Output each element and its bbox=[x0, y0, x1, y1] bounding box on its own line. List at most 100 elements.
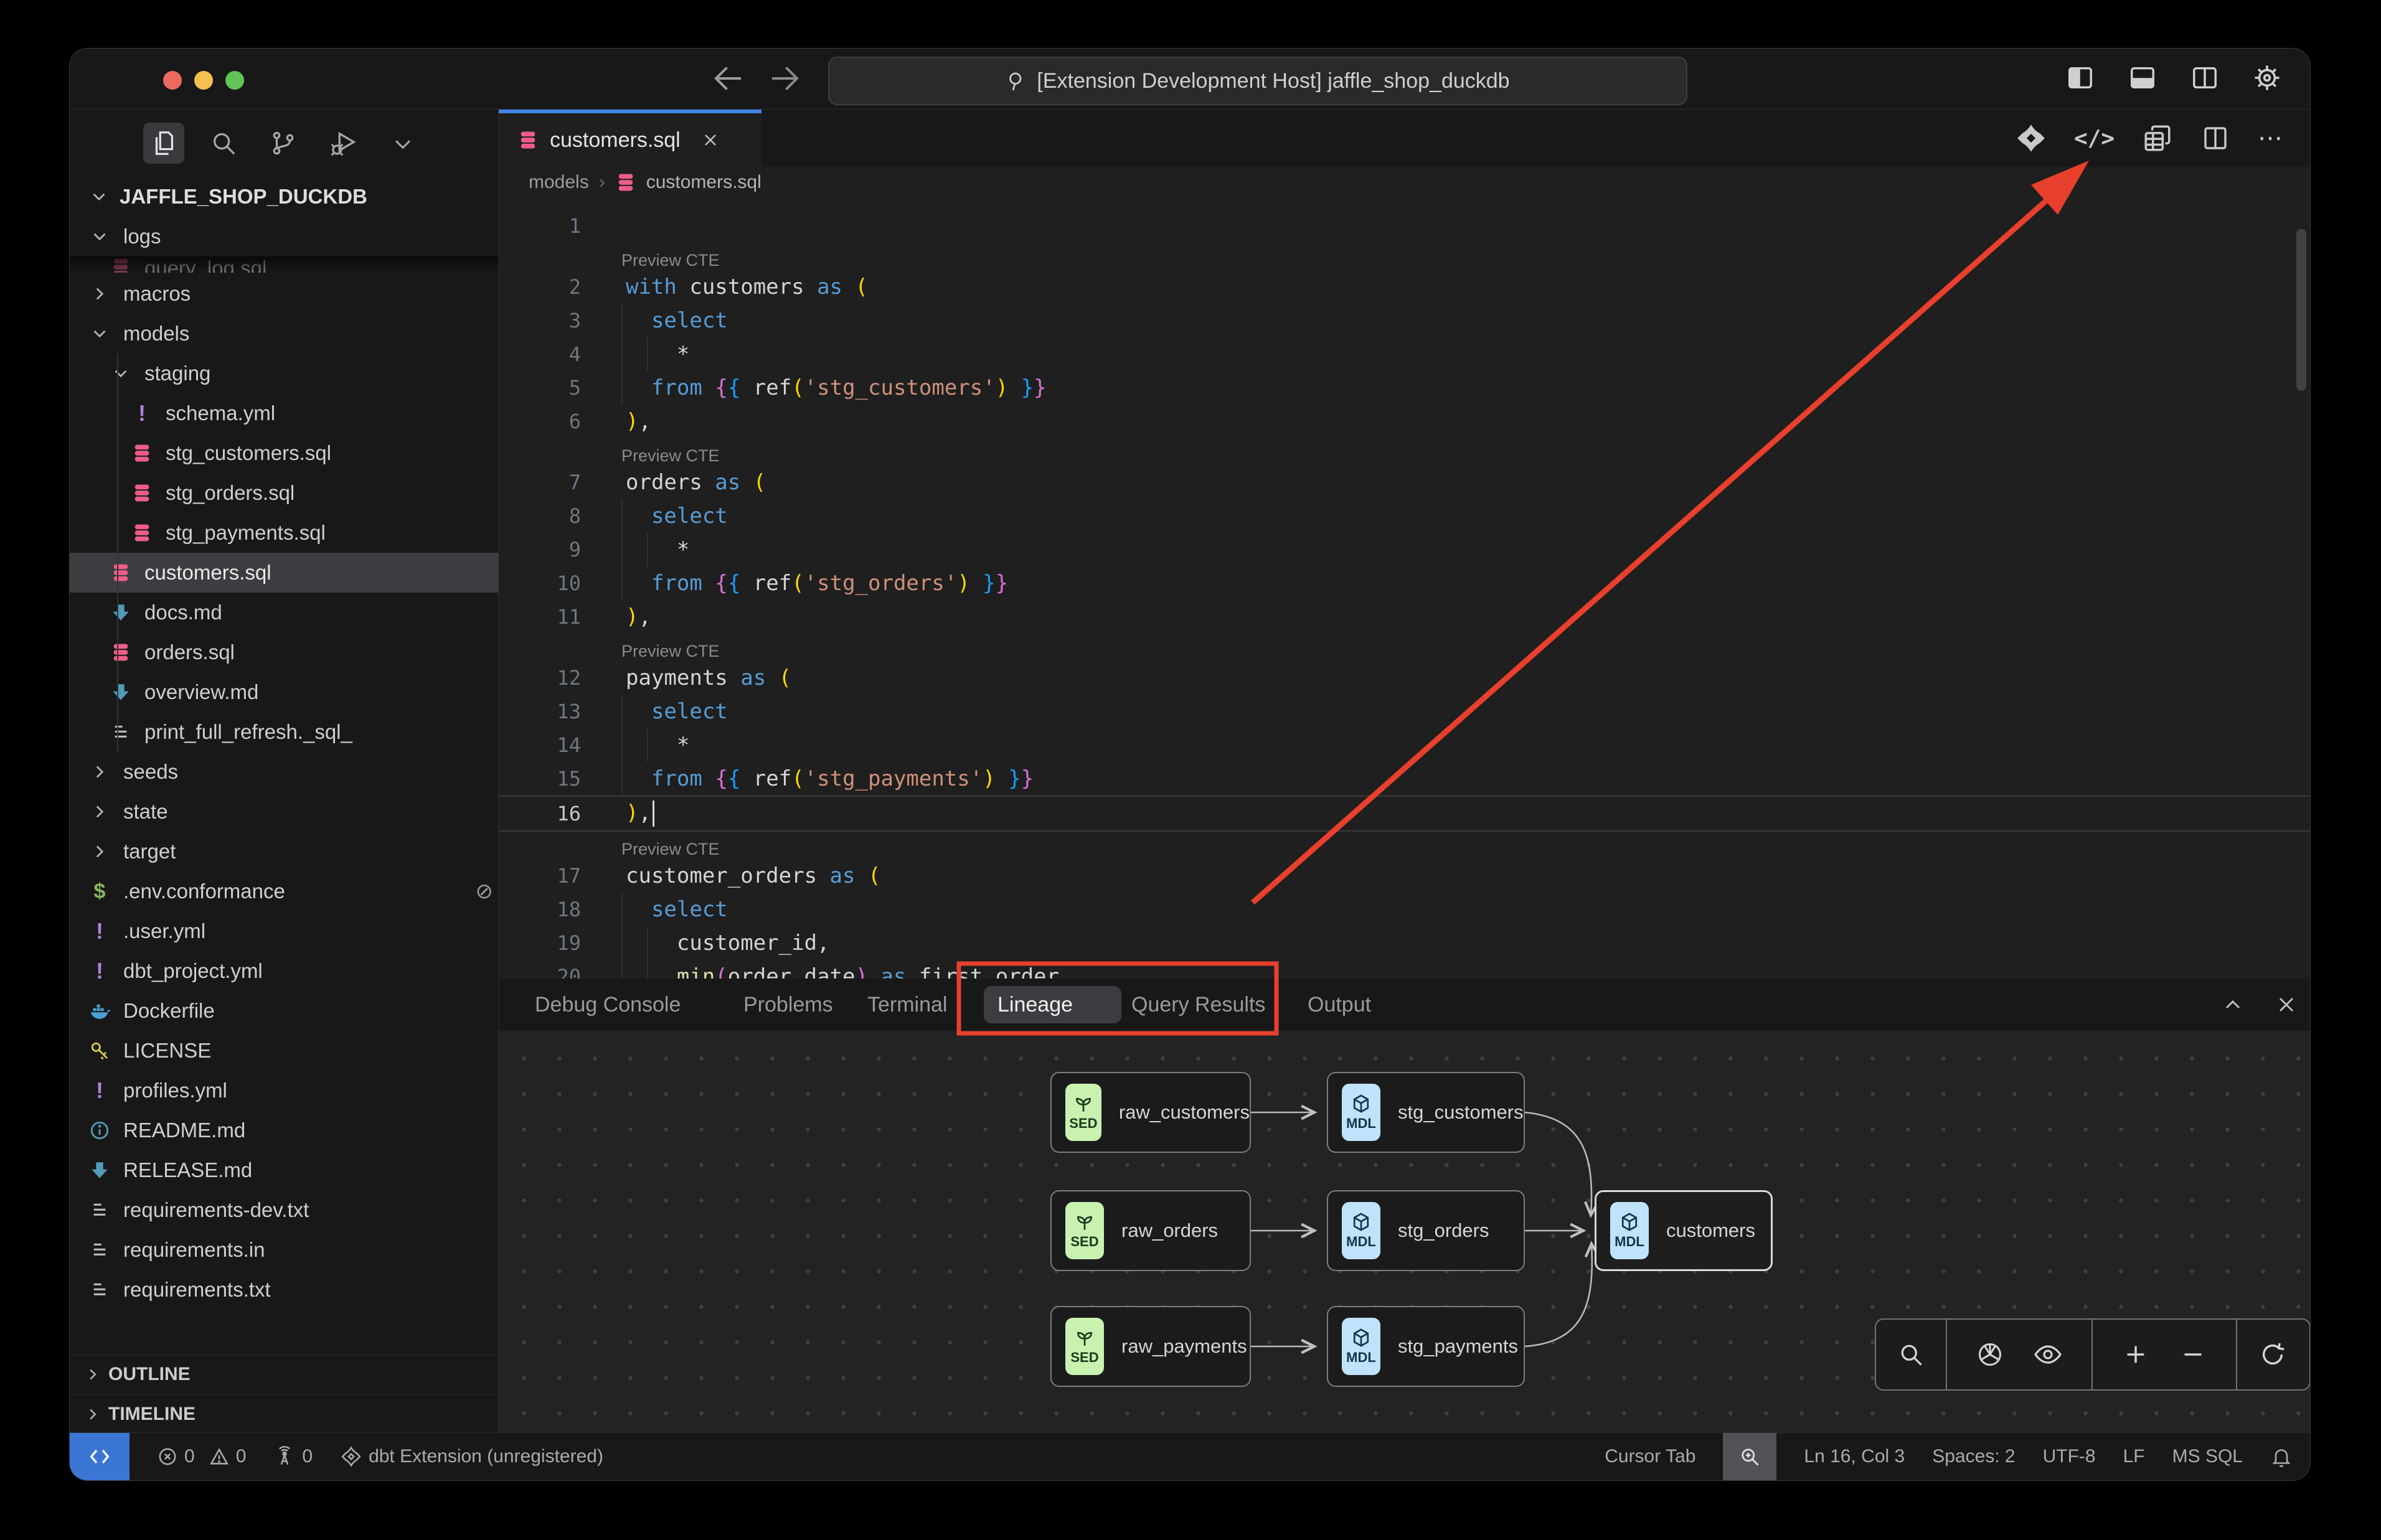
language-mode-status[interactable]: MS SQL bbox=[2172, 1433, 2243, 1480]
editor-scrollbar[interactable] bbox=[2296, 229, 2306, 391]
project-root-row[interactable]: JAFFLE_SHOP_DUCKDB bbox=[70, 177, 517, 217]
tree-file-customers.sql[interactable]: customers.sql bbox=[70, 553, 535, 593]
lineage-zoom-out-icon[interactable] bbox=[2179, 1340, 2207, 1369]
lineage-search-icon[interactable] bbox=[1897, 1341, 1925, 1368]
panel-tab-query-results[interactable]: Query Results bbox=[1131, 979, 1265, 1031]
code-line-5[interactable]: 5 from {{ ref('stg_customers') }} bbox=[499, 371, 2310, 405]
tree-folder-macros[interactable]: macros bbox=[70, 274, 514, 314]
code-line-9[interactable]: 9 * bbox=[499, 533, 2310, 566]
remote-indicator[interactable] bbox=[70, 1433, 130, 1480]
tree-file-dbt_project.yml[interactable]: !dbt_project.yml bbox=[70, 951, 514, 991]
lineage-canvas[interactable]: SED raw_customers MDL stg_customers SED … bbox=[499, 1031, 2310, 1433]
lineage-eye-icon[interactable] bbox=[2033, 1340, 2063, 1369]
tree-folder-state[interactable]: state bbox=[70, 792, 514, 832]
codelens-preview-cte[interactable]: Preview CTE bbox=[499, 243, 2310, 270]
tree-file-print_full_refresh._sql_[interactable]: print_full_refresh._sql_ bbox=[70, 712, 535, 752]
run-debug-icon[interactable] bbox=[323, 123, 364, 164]
command-center-search[interactable]: [Extension Development Host] jaffle_shop… bbox=[828, 57, 1687, 105]
panel-tab-debug-console[interactable]: Debug Console bbox=[535, 979, 681, 1031]
code-line-20[interactable]: 20 min(order_date) as first_order, bbox=[499, 960, 2310, 979]
tree-file-RELEASE.md[interactable]: RELEASE.md bbox=[70, 1150, 514, 1190]
tree-file-stg_orders.sql[interactable]: stg_orders.sql bbox=[70, 473, 557, 513]
code-line-4[interactable]: 4 * bbox=[499, 337, 2310, 371]
code-line-13[interactable]: 13 select bbox=[499, 695, 2310, 728]
lineage-node-raw_customers[interactable]: SED raw_customers bbox=[1050, 1072, 1251, 1153]
split-layout-icon[interactable] bbox=[2184, 57, 2225, 98]
lineage-node-stg_payments[interactable]: MDL stg_payments bbox=[1327, 1306, 1525, 1387]
zoom-window-button[interactable] bbox=[225, 71, 244, 90]
code-line-2[interactable]: 2with customers as ( bbox=[499, 270, 2310, 304]
more-views-chevron-icon[interactable] bbox=[382, 123, 423, 164]
explorer-icon[interactable] bbox=[143, 123, 184, 164]
query-results-table-icon[interactable] bbox=[2142, 123, 2173, 154]
dbt-icon[interactable] bbox=[2016, 123, 2047, 154]
minimize-window-button[interactable] bbox=[194, 71, 213, 90]
panel-tab-output[interactable]: Output bbox=[1308, 979, 1371, 1031]
tree-file-stg_payments.sql[interactable]: stg_payments.sql bbox=[70, 513, 557, 553]
code-line-1[interactable]: 1 bbox=[499, 209, 2310, 243]
close-tab-icon[interactable] bbox=[700, 130, 720, 150]
code-line-7[interactable]: 7orders as ( bbox=[499, 466, 2310, 499]
navigate-back-icon[interactable] bbox=[710, 60, 747, 97]
tree-file-requirements.txt[interactable]: requirements.txt bbox=[70, 1270, 514, 1310]
cursor-position-status[interactable]: Ln 16, Col 3 bbox=[1804, 1433, 1905, 1480]
code-line-18[interactable]: 18 select bbox=[499, 893, 2310, 926]
navigate-forward-icon[interactable] bbox=[766, 60, 803, 97]
panel-tab-problems[interactable]: Problems bbox=[743, 979, 833, 1031]
lineage-aperture-icon[interactable] bbox=[1976, 1340, 2004, 1369]
tree-file-.user.yml[interactable]: !.user.yml bbox=[70, 911, 514, 951]
eol-status[interactable]: LF bbox=[2123, 1433, 2145, 1480]
tree-folder-logs[interactable]: logs bbox=[70, 217, 514, 256]
tree-folder-staging[interactable]: staging bbox=[70, 354, 535, 393]
codelens-preview-cte[interactable]: Preview CTE bbox=[499, 438, 2310, 466]
notifications-bell-icon[interactable] bbox=[2270, 1445, 2293, 1468]
tree-file-requirements.in[interactable]: requirements.in bbox=[70, 1230, 514, 1270]
code-line-12[interactable]: 12payments as ( bbox=[499, 661, 2310, 695]
dbt-extension-status[interactable]: dbt Extension (unregistered) bbox=[340, 1433, 603, 1480]
lineage-refresh-icon[interactable] bbox=[2258, 1340, 2287, 1369]
cursor-tab-status[interactable]: Cursor Tab bbox=[1605, 1433, 1695, 1480]
tab-customers-sql[interactable]: customers.sql bbox=[499, 110, 761, 167]
maximize-panel-chevron-icon[interactable] bbox=[2220, 992, 2245, 1017]
breadcrumb-file[interactable]: customers.sql bbox=[646, 172, 761, 193]
lineage-node-stg_customers[interactable]: MDL stg_customers bbox=[1327, 1072, 1525, 1153]
toggle-sidebar-icon[interactable] bbox=[2060, 57, 2101, 98]
settings-gear-icon[interactable] bbox=[2247, 57, 2288, 98]
breadcrumb[interactable]: models › customers.sql bbox=[499, 167, 2310, 198]
code-line-6[interactable]: 6), bbox=[499, 405, 2310, 438]
tree-folder-seeds[interactable]: seeds bbox=[70, 752, 514, 792]
tree-file-README.md[interactable]: README.md bbox=[70, 1110, 514, 1150]
lineage-node-raw_payments[interactable]: SED raw_payments bbox=[1050, 1306, 1251, 1387]
breadcrumb-models[interactable]: models bbox=[529, 172, 589, 193]
close-window-button[interactable] bbox=[163, 71, 182, 90]
search-icon[interactable] bbox=[203, 123, 244, 164]
tree-file-orders.sql[interactable]: orders.sql bbox=[70, 632, 535, 672]
split-editor-icon[interactable] bbox=[2200, 123, 2230, 153]
code-line-11[interactable]: 11), bbox=[499, 600, 2310, 634]
tree-file-LICENSE[interactable]: LICENSE bbox=[70, 1031, 514, 1071]
code-line-10[interactable]: 10 from {{ ref('stg_orders') }} bbox=[499, 566, 2310, 600]
problems-status[interactable]: 0 0 bbox=[157, 1433, 246, 1480]
tree-file-profiles.yml[interactable]: !profiles.yml bbox=[70, 1071, 514, 1110]
code-line-16[interactable]: 16), bbox=[499, 796, 2310, 832]
inline-sql-icon[interactable]: </> bbox=[2074, 126, 2115, 151]
ports-status[interactable]: 0 bbox=[273, 1433, 313, 1480]
tree-file-schema.yml[interactable]: !schema.yml bbox=[70, 393, 557, 433]
lineage-node-stg_orders[interactable]: MDL stg_orders bbox=[1327, 1190, 1525, 1271]
tree-file-requirements-dev.txt[interactable]: requirements-dev.txt bbox=[70, 1190, 514, 1230]
code-line-3[interactable]: 3 select bbox=[499, 304, 2310, 337]
codelens-preview-cte[interactable]: Preview CTE bbox=[499, 634, 2310, 661]
timeline-section[interactable]: TIMELINE bbox=[70, 1394, 498, 1433]
code-line-14[interactable]: 14 * bbox=[499, 728, 2310, 762]
lineage-node-customers[interactable]: MDL customers bbox=[1595, 1190, 1773, 1271]
codelens-preview-cte[interactable]: Preview CTE bbox=[499, 832, 2310, 859]
code-line-8[interactable]: 8 select bbox=[499, 499, 2310, 533]
code-editor[interactable]: 1Preview CTE2with customers as (3 select… bbox=[499, 203, 2310, 979]
tree-folder-models[interactable]: models bbox=[70, 314, 514, 354]
tree-file-overview.md[interactable]: overview.md bbox=[70, 672, 535, 712]
toggle-panel-icon[interactable] bbox=[2122, 57, 2163, 98]
zoom-magnifier-icon[interactable] bbox=[1723, 1433, 1776, 1480]
lineage-zoom-in-icon[interactable] bbox=[2121, 1340, 2150, 1369]
outline-section[interactable]: OUTLINE bbox=[70, 1355, 498, 1393]
tree-folder-target[interactable]: target bbox=[70, 832, 514, 871]
